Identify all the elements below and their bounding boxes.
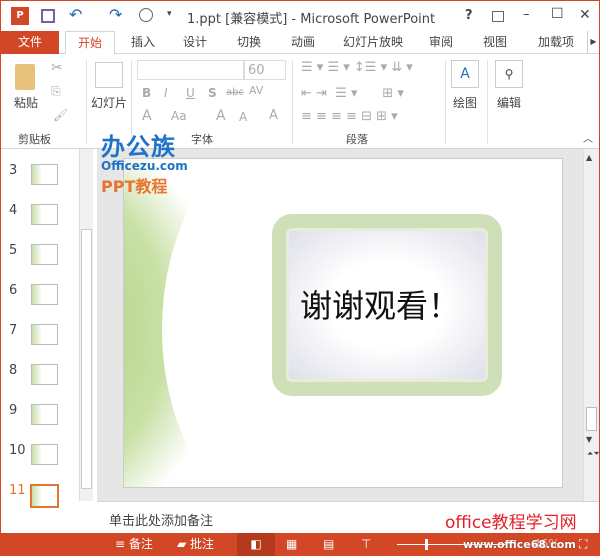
slideshow-icon[interactable] <box>139 8 153 22</box>
minimize-button[interactable]: – <box>523 7 530 22</box>
tabs-scroll-right-icon[interactable]: ▶ <box>587 31 599 54</box>
shadow-button[interactable]: S <box>208 86 217 100</box>
tab-view[interactable]: 视图 <box>475 31 515 54</box>
tab-addins[interactable]: 加载项 <box>531 31 581 54</box>
format-painter-icon[interactable]: 🖌 <box>53 108 68 122</box>
group-label-font: 字体 <box>191 133 213 146</box>
slide-thumbnail[interactable] <box>31 164 58 185</box>
new-slide-button[interactable]: 幻灯片 <box>91 94 127 111</box>
thumbnail-number: 5 <box>9 243 18 258</box>
new-slide-icon[interactable] <box>95 62 123 88</box>
slide-thumbnail[interactable] <box>31 204 58 225</box>
slide-thumbnail[interactable] <box>30 484 59 508</box>
cut-icon[interactable]: ✂ <box>51 60 63 76</box>
tab-insert[interactable]: 插入 <box>123 31 163 54</box>
paste-button[interactable]: 粘贴 <box>14 94 38 111</box>
tab-transitions[interactable]: 切换 <box>229 31 269 54</box>
editing-button[interactable]: 编辑 <box>497 94 521 111</box>
slide-scrollbar[interactable]: ▲ ▼ ⏶⏷ <box>583 149 600 501</box>
slide-thumbnail[interactable] <box>31 284 58 305</box>
tab-animations[interactable]: 动画 <box>283 31 323 54</box>
indent-icon[interactable]: ⇤ ⇥ ☰ ▾ ⊞ ▾ <box>301 86 404 101</box>
maximize-button[interactable]: ☐ <box>551 6 564 22</box>
drawing-icon[interactable]: A <box>451 60 479 88</box>
thumbnail-number: 11 <box>9 483 26 498</box>
watermark-site: office教程学习网 <box>445 513 577 533</box>
undo-icon[interactable]: ↶ <box>69 5 82 24</box>
notes-placeholder[interactable]: 单击此处添加备注 <box>109 510 213 529</box>
clear-format-icon[interactable]: A <box>269 108 278 123</box>
window-title: 1.ppt [兼容模式] - Microsoft PowerPoint <box>187 12 436 27</box>
slide-thumbnail[interactable] <box>31 404 58 425</box>
save-icon[interactable] <box>41 9 55 23</box>
font-size-select[interactable]: 60 <box>244 60 286 80</box>
ribbon-display-icon[interactable] <box>492 11 504 22</box>
find-icon[interactable]: ⚲ <box>495 60 523 88</box>
copy-icon[interactable]: ⎘ <box>51 84 61 99</box>
status-bar: ≡ 备注 ▰ 批注 ◧ ▦ ▤ ⊤ 46% www.office68.com ⛶ <box>1 533 599 556</box>
slide-thumbnail[interactable] <box>31 324 58 345</box>
fit-to-window-icon[interactable]: ⛶ <box>579 533 587 556</box>
tab-review[interactable]: 审阅 <box>421 31 461 54</box>
underline-button[interactable]: U <box>186 86 195 100</box>
comments-button[interactable]: ▰ 批注 <box>177 533 214 556</box>
align-icon[interactable]: ≡ ≡ ≡ ≡ ⊟ ⊞ ▾ <box>301 109 398 124</box>
paste-icon[interactable] <box>15 64 35 90</box>
font-name-select[interactable] <box>137 60 244 80</box>
redo-icon[interactable]: ↷ <box>109 5 122 24</box>
thumbnail-number: 4 <box>9 203 18 218</box>
slide-canvas[interactable]: 谢谢观看！ <box>123 158 563 488</box>
group-label-clipboard: 剪贴板 <box>18 133 51 146</box>
thumbnail-number: 7 <box>9 323 18 338</box>
slide-sorter-button[interactable]: ▦ <box>286 533 297 556</box>
logo-sub: Officezu.com <box>101 159 188 173</box>
drawing-button[interactable]: 绘图 <box>453 94 477 111</box>
thumbnail-number: 9 <box>9 403 18 418</box>
watermark-logo: 办公族 Officezu.com PPT教程 <box>101 127 188 197</box>
italic-button[interactable]: I <box>164 86 168 100</box>
notes-label: 备注 <box>128 537 153 551</box>
char-spacing-button[interactable]: AV <box>249 84 263 97</box>
slide-thumbnail[interactable] <box>31 364 58 385</box>
bullets-icon[interactable]: ☰ ▾ ☰ ▾ ↕☰ ▾ ⇊ ▾ <box>301 60 413 75</box>
reading-view-button[interactable]: ▤ <box>323 533 334 556</box>
ribbon-tabs: 文件 开始 插入 设计 切换 动画 幻灯片放映 审阅 视图 加载项 ▶ <box>1 31 599 55</box>
bold-button[interactable]: B <box>142 86 151 100</box>
tab-design[interactable]: 设计 <box>175 31 215 54</box>
group-label-paragraph: 段落 <box>346 133 368 146</box>
thumbnail-number: 6 <box>9 283 18 298</box>
font-color-button[interactable]: A <box>142 108 152 124</box>
notes-toggle-button[interactable]: ≡ 备注 <box>115 533 153 556</box>
slide-thumbnail[interactable] <box>31 444 58 465</box>
grow-font-icon[interactable]: A <box>216 108 226 124</box>
notes-pane[interactable]: 单击此处添加备注 office教程学习网 <box>97 501 599 533</box>
thumbnail-number: 3 <box>9 163 18 178</box>
tab-home[interactable]: 开始 <box>65 31 115 55</box>
change-case-button[interactable]: Aa <box>171 109 187 123</box>
logo-ppt: PPT教程 <box>101 177 168 196</box>
logo-main: 办公族 <box>101 133 176 161</box>
slideshow-view-button[interactable]: ⊤ <box>361 533 371 556</box>
ribbon: 粘贴 ✂ ⎘ 🖌 剪贴板 幻灯片 60 B I U S abc AV A Aa … <box>1 54 599 149</box>
thumbnail-number: 10 <box>9 443 26 458</box>
watermark-url: www.office68.com <box>463 538 576 551</box>
slide-text[interactable]: 谢谢观看！ <box>300 281 460 327</box>
help-button[interactable]: ? <box>465 8 473 23</box>
collapse-ribbon-icon[interactable]: ︿ <box>583 130 593 145</box>
slide-thumbnail[interactable] <box>31 244 58 265</box>
thumbnail-number: 8 <box>9 363 18 378</box>
normal-view-button[interactable]: ◧ <box>237 533 275 556</box>
close-button[interactable]: ✕ <box>579 7 591 23</box>
comments-label: 批注 <box>190 537 215 551</box>
quick-access-dropdown-icon[interactable]: ▾ <box>167 9 172 19</box>
powerpoint-logo-icon: P <box>11 7 29 25</box>
shrink-font-icon[interactable]: A <box>239 110 247 124</box>
title-bar: P ↶ ↷ ▾ 1.ppt [兼容模式] - Microsoft PowerPo… <box>1 1 599 31</box>
thumbnail-scrollbar[interactable] <box>79 149 93 501</box>
strikethrough-button[interactable]: abc <box>226 87 244 98</box>
tab-slideshow[interactable]: 幻灯片放映 <box>337 31 409 54</box>
tab-file[interactable]: 文件 <box>1 31 59 54</box>
